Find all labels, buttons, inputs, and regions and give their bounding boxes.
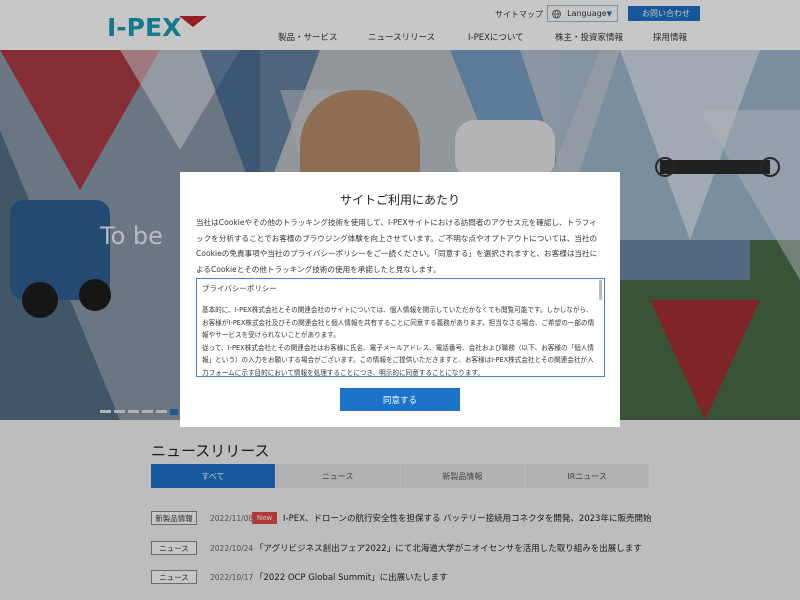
scrollbar[interactable] [599, 280, 602, 300]
policy-text: 基本的に、I-PEX株式会社とその関連会社のサイトについては、個人情報を開示して… [202, 306, 595, 377]
policy-title: プライバシーポリシー [202, 284, 277, 293]
agree-button[interactable]: 同意する [340, 388, 460, 411]
privacy-policy-box[interactable]: プライバシーポリシー 基本的に、I-PEX株式会社とその関連会社のサイトについて… [196, 278, 605, 377]
dialog-text: 当社はCookieやその他のトラッキング技術を使用して、I-PEXサイトにおける… [196, 218, 598, 274]
cookie-consent-dialog: サイトご利用にあたり 当社はCookieやその他のトラッキング技術を使用して、I… [180, 172, 620, 427]
dialog-title: サイトご利用にあたり [339, 193, 460, 207]
